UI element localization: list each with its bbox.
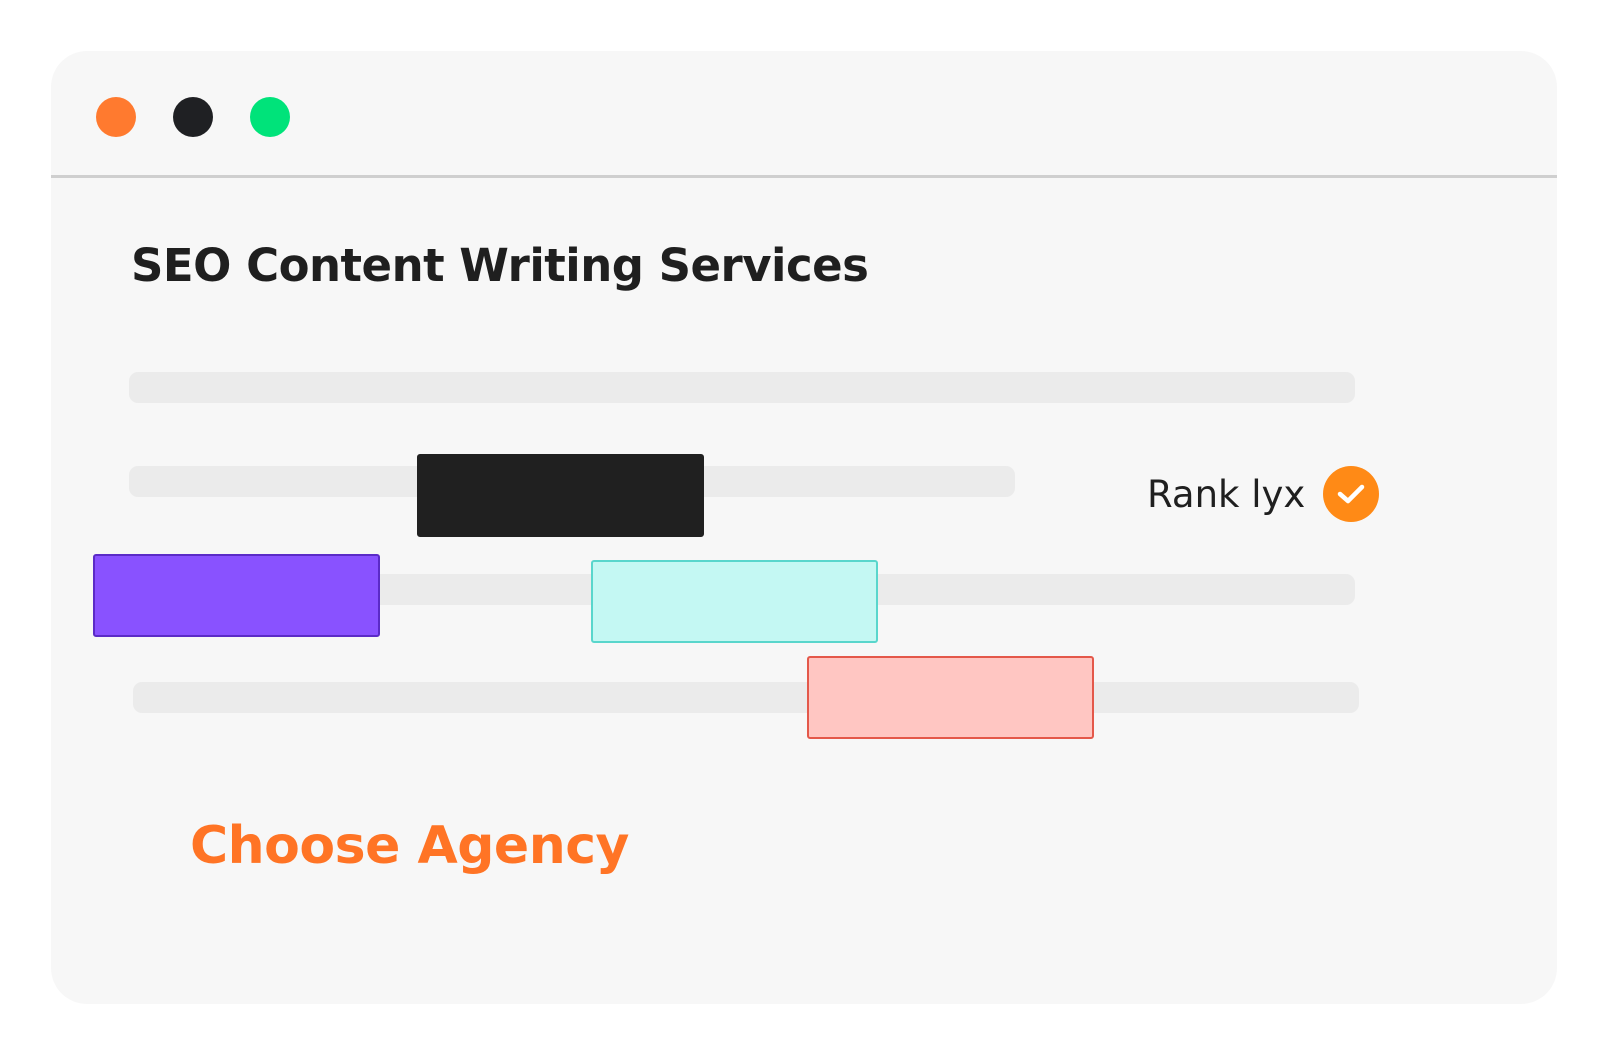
highlight-block-black (417, 454, 704, 537)
browser-window: SEO Content Writing Services Rank lyx Ch… (51, 51, 1557, 1004)
highlight-block-cyan (591, 560, 878, 643)
brand-name: Rank lyx (1147, 472, 1306, 516)
check-circle-icon (1323, 466, 1380, 522)
text-placeholder-line (129, 372, 1355, 403)
minimize-window-button[interactable] (173, 97, 213, 137)
maximize-window-button[interactable] (250, 97, 290, 137)
window-titlebar (51, 51, 1557, 178)
page-title: SEO Content Writing Services (131, 239, 869, 292)
text-placeholder-line (133, 682, 1359, 713)
choose-agency-link[interactable]: Choose Agency (190, 816, 629, 876)
highlight-block-purple (93, 554, 380, 637)
highlight-block-pink (807, 656, 1094, 739)
close-window-button[interactable] (96, 97, 136, 137)
brand-badge: Rank lyx (1147, 466, 1380, 522)
